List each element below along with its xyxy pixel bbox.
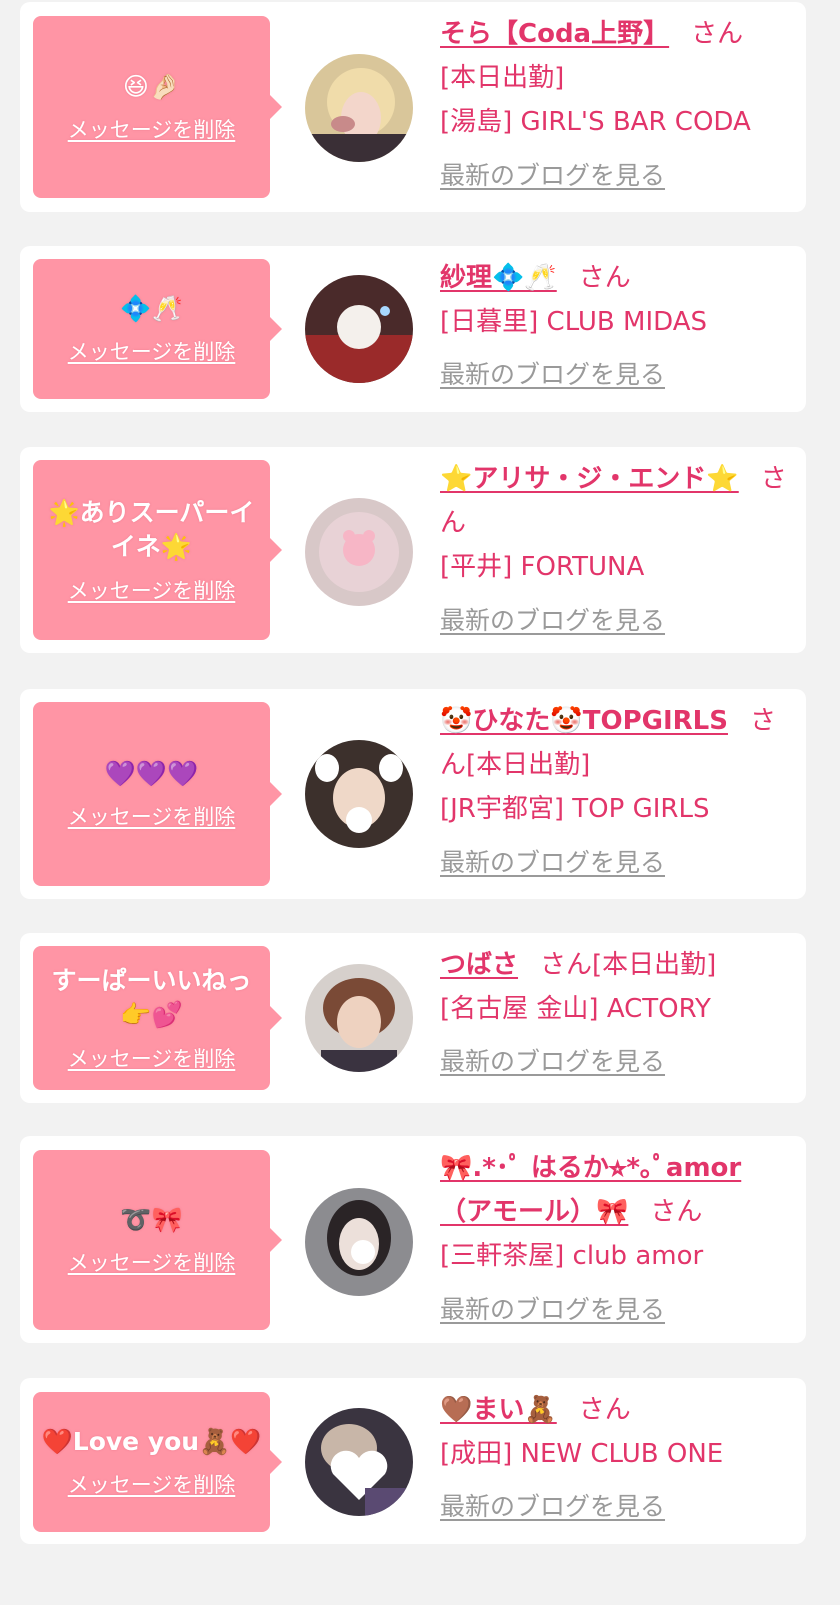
message-bubble: 💜💜💜 メッセージを削除 <box>33 702 282 886</box>
delete-message-link[interactable]: メッセージを削除 <box>68 575 236 605</box>
delete-message-link[interactable]: メッセージを削除 <box>68 1247 236 1277</box>
honorific: さん <box>650 1197 703 1228</box>
attendance-status: [本日出勤] <box>592 950 717 980</box>
avatar[interactable] <box>305 1188 413 1296</box>
avatar[interactable] <box>305 1408 413 1516</box>
latest-blog-link[interactable]: 最新のブログを見る <box>440 155 790 198</box>
avatar[interactable] <box>305 740 413 848</box>
message-text: 💠🥂 <box>120 293 183 323</box>
shop-name: [日暮里] CLUB MIDAS <box>440 307 707 338</box>
cast-name-link[interactable]: ⭐️アリサ・ジ・エンド⭐️ <box>440 464 739 494</box>
avatar[interactable] <box>305 54 413 162</box>
message-text: 💜💜💜 <box>104 758 199 788</box>
message-text: 😆🤌🏻 <box>122 71 181 101</box>
list-item: 💜💜💜 メッセージを削除 🤡ひなた🤡TOPGIRLS さん[本日出勤] [JR宇都… <box>20 689 806 899</box>
message-bubble: 🌟ありスーパーイイネ🌟 メッセージを削除 <box>33 460 282 640</box>
latest-blog-link[interactable]: 最新のブログを見る <box>440 1486 790 1529</box>
latest-blog-link[interactable]: 最新のブログを見る <box>440 1041 790 1084</box>
shop-name: [三軒茶屋] club amor <box>440 1241 704 1272</box>
cast-info: 紗理💠🥂 さん [日暮里] CLUB MIDAS 最新のブログを見る <box>440 256 790 397</box>
cast-name-link[interactable]: 🤡ひなた🤡TOPGIRLS <box>440 706 728 736</box>
message-bubble: ➰🎀 メッセージを削除 <box>33 1150 282 1330</box>
message-bubble: 😆🤌🏻 メッセージを削除 <box>33 16 282 198</box>
message-bubble: すーぱーいいねっ👉💕 メッセージを削除 <box>33 946 282 1090</box>
delete-message-link[interactable]: メッセージを削除 <box>68 1469 236 1499</box>
attendance-status: [本日出勤] <box>466 750 591 781</box>
message-text: ➰🎀 <box>120 1204 183 1234</box>
attendance-status: [本日出勤] <box>440 63 565 94</box>
shop-name: [名古屋 金山] ACTORY <box>440 994 711 1025</box>
list-item: 😆🤌🏻 メッセージを削除 そら【Coda上野】 さん [本日出勤] [湯島] GI… <box>20 2 806 212</box>
cast-name-link[interactable]: 紗理💠🥂 <box>440 263 557 293</box>
avatar[interactable] <box>305 964 413 1072</box>
list-item: ➰🎀 メッセージを削除 🎀.*･ﾟ はるか⭐︎*｡ﾟamor（アモール）🎀 さん … <box>20 1136 806 1343</box>
cast-name-link[interactable]: そら【Coda上野】 <box>440 19 669 49</box>
cast-name-link[interactable]: つばさ <box>440 950 518 980</box>
shop-name: [成田] NEW CLUB ONE <box>440 1439 724 1470</box>
latest-blog-link[interactable]: 最新のブログを見る <box>440 600 790 643</box>
honorific: さん <box>578 263 631 293</box>
list-item: 🌟ありスーパーイイネ🌟 メッセージを削除 ⭐️アリサ・ジ・エンド⭐️ さん [平井… <box>20 447 806 653</box>
shop-name: [JR宇都宮] TOP GIRLS <box>440 794 710 825</box>
honorific: さん <box>540 950 593 980</box>
cast-info: 🤡ひなた🤡TOPGIRLS さん[本日出勤] [JR宇都宮] TOP GIRLS … <box>440 699 790 884</box>
list-item: ❤️Love you🧸❤️ メッセージを削除 🤎まい🧸 さん [成田] NEW C… <box>20 1378 806 1544</box>
shop-name: [湯島] GIRL'S BAR CODA <box>440 107 751 138</box>
list-item: 💠🥂 メッセージを削除 紗理💠🥂 さん [日暮里] CLUB MIDAS 最新のブ… <box>20 246 806 412</box>
cast-info: 🤎まい🧸 さん [成田] NEW CLUB ONE 最新のブログを見る <box>440 1388 790 1529</box>
message-text: すーぱーいいねっ👉💕 <box>51 965 252 1030</box>
message-bubble: 💠🥂 メッセージを削除 <box>33 259 282 399</box>
avatar[interactable] <box>305 275 413 383</box>
cast-info: つばさ さん[本日出勤] [名古屋 金山] ACTORY 最新のブログを見る <box>440 943 790 1084</box>
delete-message-link[interactable]: メッセージを削除 <box>68 801 236 831</box>
honorific: さん <box>691 19 744 49</box>
message-text: 🌟ありスーパーイイネ🌟 <box>48 497 255 562</box>
list-item: すーぱーいいねっ👉💕 メッセージを削除 つばさ さん[本日出勤] [名古屋 金山]… <box>20 933 806 1103</box>
cast-info: 🎀.*･ﾟ はるか⭐︎*｡ﾟamor（アモール）🎀 さん [三軒茶屋] club … <box>440 1146 790 1331</box>
message-bubble: ❤️Love you🧸❤️ メッセージを削除 <box>33 1392 282 1532</box>
shop-name: [平井] FORTUNA <box>440 552 645 583</box>
latest-blog-link[interactable]: 最新のブログを見る <box>440 354 790 397</box>
delete-message-link[interactable]: メッセージを削除 <box>68 1043 236 1073</box>
delete-message-link[interactable]: メッセージを削除 <box>68 114 236 144</box>
cast-info: そら【Coda上野】 さん [本日出勤] [湯島] GIRL'S BAR CODA… <box>440 12 790 197</box>
latest-blog-link[interactable]: 最新のブログを見る <box>440 1289 790 1332</box>
delete-message-link[interactable]: メッセージを削除 <box>68 336 236 366</box>
latest-blog-link[interactable]: 最新のブログを見る <box>440 842 790 885</box>
avatar[interactable] <box>305 498 413 606</box>
honorific: さん <box>578 1395 631 1425</box>
cast-name-link[interactable]: 🤎まい🧸 <box>440 1395 557 1425</box>
cast-info: ⭐️アリサ・ジ・エンド⭐️ さん [平井] FORTUNA 最新のブログを見る <box>440 457 790 642</box>
message-text: ❤️Love you🧸❤️ <box>41 1426 262 1456</box>
favorite-cast-list: 😆🤌🏻 メッセージを削除 そら【Coda上野】 さん [本日出勤] [湯島] GI… <box>0 0 840 1605</box>
